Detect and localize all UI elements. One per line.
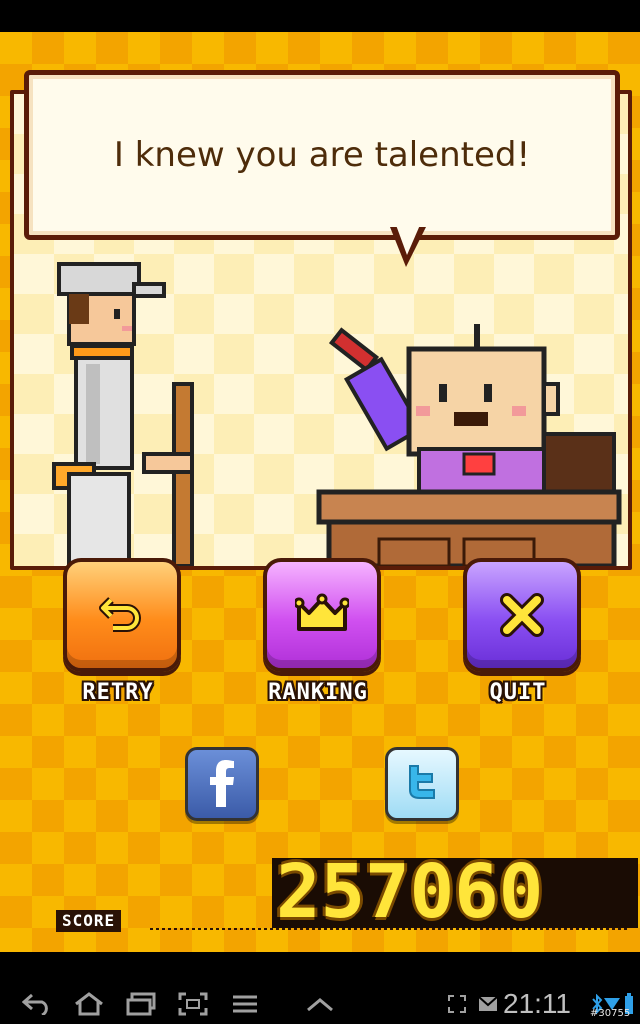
boss-character (316, 324, 622, 566)
score-value: 257060 (276, 849, 544, 935)
ranking-label: RANKING (268, 680, 368, 705)
quit-label: QUIT (489, 680, 547, 705)
mail-icon (476, 989, 500, 1019)
facebook-button[interactable] (185, 747, 259, 821)
quit-button[interactable] (463, 558, 581, 672)
speech-bubble-tail-inner (396, 225, 420, 255)
speech-bubble: I knew you are talented! (24, 70, 620, 240)
ranking-button[interactable] (263, 558, 381, 672)
crown-icon (267, 562, 377, 668)
back-icon[interactable] (20, 989, 54, 1019)
up-chevron-icon[interactable] (303, 989, 337, 1019)
dialog-text: I knew you are talented! (113, 135, 531, 175)
retry-button[interactable] (63, 558, 181, 672)
twitter-icon (400, 760, 444, 808)
home-icon[interactable] (72, 989, 106, 1019)
game-screen: I knew you are talented! RETRY RANKING Q… (0, 32, 640, 952)
menu-icon[interactable] (228, 989, 262, 1019)
worker-character (52, 262, 194, 566)
build-id-label: #30755 (590, 1008, 631, 1019)
twitter-button[interactable] (385, 747, 459, 821)
score-label: SCORE (56, 910, 122, 932)
system-navigation-bar: 21:11 (0, 984, 640, 1024)
clock-time: 21:11 (503, 988, 571, 1019)
screenshot-icon[interactable] (176, 989, 210, 1019)
facebook-icon (202, 757, 242, 811)
retry-arrow-icon (67, 562, 177, 668)
score-underline (150, 928, 630, 930)
close-x-icon (467, 562, 577, 668)
retry-label: RETRY (82, 680, 154, 705)
fullscreen-icon (446, 989, 468, 1019)
top-black-bar (0, 0, 640, 32)
recent-apps-icon[interactable] (124, 989, 158, 1019)
